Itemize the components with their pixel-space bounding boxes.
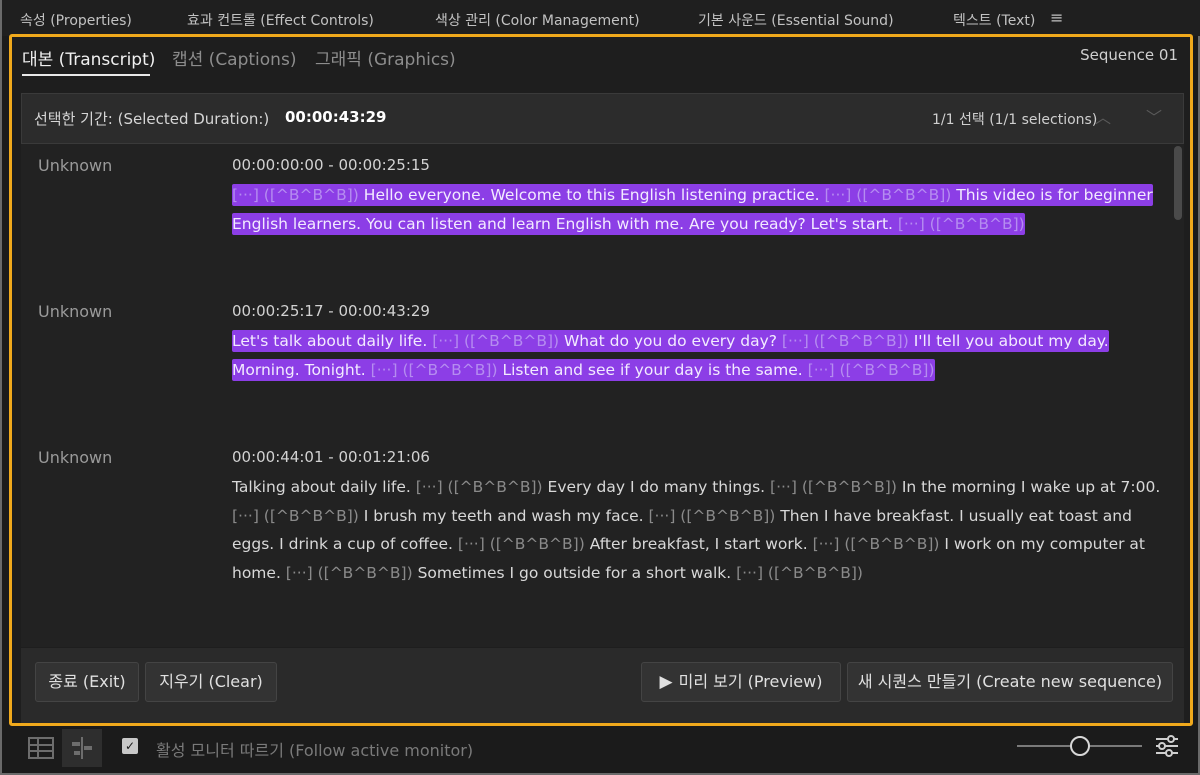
transcript-words[interactable]: Every day I do many things. (543, 478, 770, 496)
tab-captions[interactable]: 캡션 (Captions) (172, 45, 296, 70)
tab-transcript[interactable]: 대본 (Transcript) (22, 45, 155, 70)
chevron-down-icon[interactable]: ﹀ (1146, 104, 1162, 128)
speaker-label[interactable]: Unknown (38, 302, 112, 321)
pause-marker[interactable]: [···] ([^B^B^B]) (782, 332, 909, 350)
tab-text[interactable]: 텍스트 (Text) (953, 10, 1035, 30)
play-icon: ▶ (659, 672, 673, 692)
pause-marker[interactable]: [···] ([^B^B^B]) (232, 186, 359, 204)
transcript-words[interactable]: Talking about daily life. (232, 478, 416, 496)
segment-text[interactable]: Let's talk about daily life. [···] ([^B^… (232, 327, 1162, 384)
transcript-words[interactable]: After breakfast, I start work. (585, 535, 813, 553)
active-tab-indicator (22, 74, 150, 76)
preview-button-label: 미리 보기 (Preview) (678, 672, 823, 691)
selected-text-highlight: [···] ([^B^B^B]) Hello everyone. Welcome… (232, 184, 1153, 235)
selected-duration-value: 00:00:43:29 (285, 108, 387, 126)
selected-duration-bar: 선택한 기간: (Selected Duration:) 00:00:43:29… (21, 93, 1184, 144)
transcript-words[interactable]: I brush my teeth and wash my face. (359, 507, 649, 525)
pause-marker[interactable]: [···] ([^B^B^B]) (808, 361, 935, 379)
settings-sliders-icon[interactable] (1154, 733, 1180, 759)
segment-timecode: 00:00:00:00 - 00:00:25:15 (232, 156, 430, 174)
follow-monitor-checkbox[interactable]: ✓ (122, 738, 138, 754)
timeline-view-toggle[interactable] (62, 729, 102, 767)
segment-timecode: 00:00:44:01 - 00:01:21:06 (232, 448, 430, 466)
transcript-action-bar: 종료 (Exit) 지우기 (Clear) ▶ 미리 보기 (Preview) 새… (21, 648, 1184, 723)
text-subtabs: 대본 (Transcript) 캡션 (Captions) 그래픽 (Graph… (12, 37, 1190, 77)
tab-effect-controls[interactable]: 효과 컨트롤 (Effect Controls) (187, 10, 374, 30)
transcript-words[interactable]: Listen and see if your day is the same. (498, 361, 808, 379)
selected-text-highlight: Let's talk about daily life. [···] ([^B^… (232, 330, 1109, 381)
pause-marker[interactable]: [···] ([^B^B^B]) (770, 478, 897, 496)
pause-marker[interactable]: [···] ([^B^B^B]) (286, 564, 413, 582)
pause-marker[interactable]: [···] ([^B^B^B]) (432, 332, 559, 350)
follow-monitor-label: 활성 모니터 따르기 (Follow active monitor) (156, 741, 474, 760)
segment-text[interactable]: [···] ([^B^B^B]) Hello everyone. Welcome… (232, 181, 1162, 238)
transcript-words[interactable]: Hello everyone. Welcome to this English … (359, 186, 825, 204)
pause-marker[interactable]: [···] ([^B^B^B]) (813, 535, 940, 553)
tab-properties[interactable]: 속성 (Properties) (20, 10, 132, 30)
sequence-name: Sequence 01 (1080, 46, 1178, 64)
selection-count: 1/1 선택 (1/1 selections) (932, 112, 1098, 128)
pause-marker[interactable]: [···] ([^B^B^B]) (371, 361, 498, 379)
pause-marker[interactable]: [···] ([^B^B^B]) (648, 507, 775, 525)
segment-text[interactable]: Talking about daily life. [···] ([^B^B^B… (232, 473, 1162, 587)
pause-marker[interactable]: [···] ([^B^B^B]) (416, 478, 543, 496)
zoom-slider-handle[interactable] (1070, 736, 1090, 756)
app-frame: 속성 (Properties) 효과 컨트롤 (Effect Controls)… (0, 0, 1200, 775)
transcript-words[interactable]: What do you do every day? (559, 332, 782, 350)
text-panel: 대본 (Transcript) 캡션 (Captions) 그래픽 (Graph… (9, 34, 1193, 726)
tab-graphics[interactable]: 그래픽 (Graphics) (315, 45, 456, 70)
panel-tab-bar: 속성 (Properties) 효과 컨트롤 (Effect Controls)… (2, 0, 1200, 36)
create-new-sequence-button[interactable]: 새 시퀀스 만들기 (Create new sequence) (847, 662, 1173, 702)
chevron-up-icon[interactable]: ︿ (1095, 104, 1111, 128)
speaker-label[interactable]: Unknown (38, 448, 112, 467)
pause-marker[interactable]: [···] ([^B^B^B]) (232, 507, 359, 525)
pause-marker[interactable]: [···] ([^B^B^B]) (824, 186, 951, 204)
transcript-words[interactable]: Sometimes I go outside for a short walk. (413, 564, 736, 582)
transcript-words[interactable]: In the morning I wake up at 7:00. (897, 478, 1160, 496)
clear-button[interactable]: 지우기 (Clear) (145, 662, 277, 702)
selected-duration-label: 선택한 기간: (Selected Duration:) (34, 110, 270, 128)
segment-timecode: 00:00:25:17 - 00:00:43:29 (232, 302, 430, 320)
speaker-label[interactable]: Unknown (38, 156, 112, 175)
tab-essential-sound[interactable]: 기본 사운드 (Essential Sound) (698, 10, 894, 30)
scrollbar-thumb[interactable] (1174, 146, 1182, 220)
footer-bar: ✓ 활성 모니터 따르기 (Follow active monitor) (2, 729, 1200, 775)
exit-button[interactable]: 종료 (Exit) (35, 662, 139, 702)
tab-color-management[interactable]: 색상 관리 (Color Management) (435, 10, 640, 30)
timeline-icon (72, 737, 92, 759)
text-run: Talking about daily life. [···] ([^B^B^B… (232, 478, 1160, 582)
transcript-list[interactable]: Unknown 00:00:00:00 - 00:00:25:15 [···] ([… (21, 144, 1184, 647)
grid-view-icon[interactable] (26, 733, 56, 763)
preview-button[interactable]: ▶ 미리 보기 (Preview) (641, 662, 841, 702)
transcript-words[interactable]: Let's talk about daily life. (232, 332, 432, 350)
pause-marker[interactable]: [···] ([^B^B^B]) (898, 215, 1025, 233)
hamburger-menu-icon[interactable]: ≡ (1050, 8, 1063, 27)
pause-marker[interactable]: [···] ([^B^B^B]) (736, 564, 863, 582)
pause-marker[interactable]: [···] ([^B^B^B]) (458, 535, 585, 553)
